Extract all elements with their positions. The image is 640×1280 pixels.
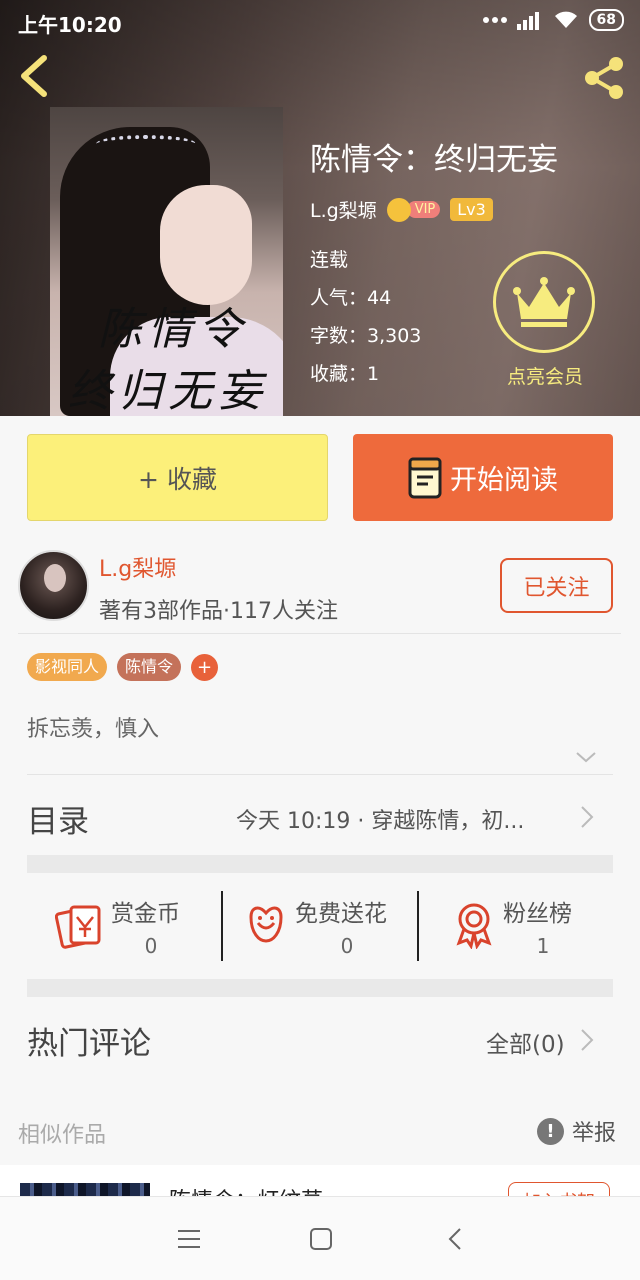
wifi-icon (554, 11, 577, 28)
reward-coins-label: 赏金币 (111, 901, 180, 927)
follow-button[interactable]: 已关注 (500, 558, 613, 613)
book-author[interactable]: L.g梨塬 (310, 196, 377, 223)
tag-item[interactable]: 影视同人 (27, 653, 108, 681)
chevron-left-icon (21, 55, 47, 97)
vip-badge: VIP (386, 197, 441, 222)
toc-latest-chapter[interactable]: 今天 10:19 · 穿越陈情，初... (236, 803, 566, 835)
free-flower-label: 免费送花 (295, 901, 387, 927)
divider (27, 774, 613, 775)
level-badge: Lv3 (450, 198, 493, 221)
reward-coins-button[interactable]: 赏金币 0 (27, 873, 221, 979)
status-bar: 上午10:20 68 (0, 0, 640, 42)
free-flower-value: 0 (340, 934, 354, 958)
book-icon (408, 457, 442, 498)
battery-indicator: 68 (588, 9, 624, 31)
signal-icon (516, 12, 539, 30)
comments-chevron[interactable] (580, 1028, 594, 1052)
red-envelope-icon (55, 905, 101, 949)
author-avatar[interactable] (18, 550, 89, 621)
status-icons: 68 (482, 9, 624, 31)
chevron-down-icon (576, 752, 596, 763)
similar-works-title: 相似作品 (18, 1123, 107, 1148)
more-dots-icon (482, 17, 507, 23)
start-reading-button[interactable]: 开始阅读 (353, 434, 613, 521)
author-name[interactable]: L.g梨塬 (99, 551, 176, 583)
share-button[interactable] (580, 54, 628, 102)
nav-menu-button[interactable] (174, 1225, 204, 1253)
report-label: 举报 (572, 1121, 617, 1146)
start-reading-label: 开始阅读 (450, 465, 558, 496)
reward-row: 赏金币 0 免费送花 0 粉丝榜 1 (27, 873, 613, 979)
back-arrow-icon (448, 1228, 461, 1250)
vip-crown-icon (386, 197, 411, 222)
medal-icon (456, 903, 492, 949)
divider (18, 633, 621, 634)
toc-title[interactable]: 目录 (27, 796, 89, 841)
expand-description-button[interactable] (574, 748, 598, 766)
nav-back-button[interactable] (440, 1225, 470, 1253)
menu-icon (178, 1230, 200, 1248)
collect-button[interactable]: + 收藏 (27, 434, 328, 521)
alert-icon: ! (537, 1117, 564, 1145)
section-separator (27, 855, 613, 873)
status-time: 上午10:20 (18, 13, 122, 37)
home-square-icon (310, 1228, 332, 1250)
chevron-right-icon (581, 1029, 594, 1051)
reward-coins-value: 0 (144, 934, 158, 958)
chevron-right-icon (581, 806, 594, 828)
book-author-line: L.g梨塬 VIP Lv3 (310, 196, 493, 223)
tag-list: 影视同人 陈情令 + (27, 653, 219, 681)
all-comments-link[interactable]: 全部(0) (486, 1025, 565, 1059)
crown-icon (513, 277, 575, 327)
toc-chevron[interactable] (580, 805, 594, 829)
section-separator (27, 979, 613, 997)
fan-rank-button[interactable]: 粉丝榜 1 (419, 873, 613, 979)
fan-rank-value: 1 (536, 934, 550, 958)
flower-icon (249, 906, 283, 943)
book-word-count: 字数：3,303 (310, 325, 422, 347)
report-button[interactable]: ! 举报 (537, 1115, 616, 1147)
book-popularity: 人气：44 (310, 287, 392, 309)
tag-item[interactable]: 陈情令 (117, 653, 182, 681)
hot-comments-title: 热门评论 (27, 1026, 151, 1062)
nav-home-button[interactable] (306, 1225, 336, 1253)
cover-title-line1: 陈情令 (98, 304, 248, 355)
system-nav-bar (0, 1196, 640, 1280)
back-button[interactable] (16, 54, 52, 98)
author-stats: 著有3部作品·117人关注 (99, 599, 338, 624)
book-favorites: 收藏：1 (310, 363, 380, 385)
book-status: 连载 (310, 249, 349, 271)
free-flower-button[interactable]: 免费送花 0 (223, 873, 417, 979)
share-icon (585, 57, 623, 99)
fan-rank-label: 粉丝榜 (503, 901, 572, 927)
book-title: 陈情令：终归无妄 (310, 142, 558, 178)
vip-membership-label[interactable]: 点亮会员 (497, 362, 593, 389)
cover-title-line2: 终归无妄 (68, 366, 268, 416)
book-cover[interactable]: 陈情令 终归无妄 (50, 107, 283, 416)
add-tag-button[interactable]: + (191, 653, 219, 681)
book-description: 拆忘羡，慎入 (27, 717, 160, 742)
vip-membership-button[interactable] (493, 251, 595, 353)
